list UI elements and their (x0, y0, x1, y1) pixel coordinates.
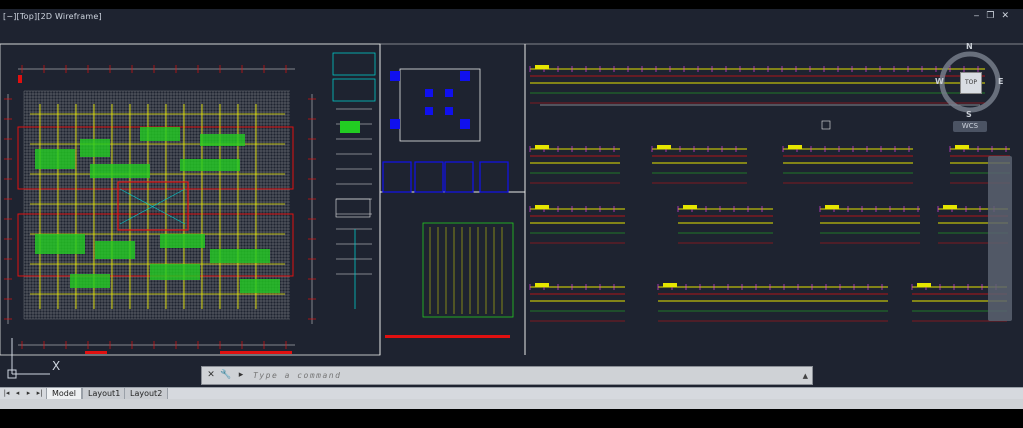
footing-detail (382, 161, 412, 193)
red-title-bar (220, 351, 292, 354)
prev-tab-icon[interactable]: ◂ (13, 389, 22, 398)
foundation-pad (390, 71, 400, 81)
beam-label (535, 283, 549, 287)
navigation-bar[interactable] (988, 156, 1012, 321)
viewport-window-controls: ‒ ❐ ✕ (974, 11, 1009, 21)
footing-detail (444, 161, 474, 193)
compass-east-label[interactable]: E (998, 77, 1003, 86)
prompt-icon[interactable]: ▸ (235, 369, 247, 382)
viewport-controls-label[interactable]: [−][Top][2D Wireframe] (3, 12, 102, 21)
green-slab (160, 234, 205, 248)
red-title-bar (85, 351, 107, 354)
detail-block (340, 121, 360, 133)
next-tab-icon[interactable]: ▸ (24, 389, 33, 398)
close-icon[interactable]: ✕ (205, 369, 217, 382)
compass-south-label[interactable]: S (966, 110, 972, 119)
beam-label (535, 145, 549, 149)
compass-west-label[interactable]: W (935, 77, 944, 86)
green-slab (200, 134, 245, 146)
foundation-pad (460, 71, 470, 81)
beam-label (535, 65, 549, 69)
ucs-x-label: X (52, 359, 60, 373)
green-slab (35, 149, 75, 169)
green-slab (80, 139, 110, 157)
green-slab (95, 241, 135, 259)
command-input[interactable] (251, 370, 803, 381)
viewcube-top-face[interactable]: TOP (960, 72, 982, 94)
beam-label (657, 145, 671, 149)
beam-label (825, 205, 839, 209)
viewcube[interactable]: N S W E TOP (930, 42, 1010, 122)
foundation-pad (445, 107, 453, 115)
section-marker (821, 120, 831, 130)
green-slab (70, 274, 110, 288)
minimize-icon[interactable]: ‒ (974, 11, 980, 21)
status-bar (0, 399, 1023, 409)
foundation-pad (460, 119, 470, 129)
foundation-pad (445, 89, 453, 97)
drawing-viewport[interactable]: [−][Top][2D Wireframe] ‒ ❐ ✕ N S W E TOP… (0, 9, 1023, 387)
footing-detail (479, 161, 509, 193)
foundation-pad (425, 107, 433, 115)
beam-label (535, 205, 549, 209)
beam-label (788, 145, 802, 149)
beam-label (663, 283, 677, 287)
red-marker (18, 75, 22, 83)
beam-label (683, 205, 697, 209)
section-detail (332, 52, 376, 76)
detail-block (335, 198, 371, 218)
green-slab (35, 234, 85, 254)
footing-detail (414, 161, 444, 193)
last-tab-icon[interactable]: ▸| (35, 389, 44, 398)
green-slab (240, 279, 280, 293)
roof-plan (422, 222, 514, 318)
foundation-pad (425, 89, 433, 97)
green-slab (140, 127, 180, 141)
compass-north-label[interactable]: N (966, 42, 973, 51)
green-slab (90, 164, 150, 178)
wcs-dropdown[interactable]: WCS (953, 121, 987, 132)
cad-drawing-area[interactable] (0, 9, 1023, 387)
beam-label (943, 205, 957, 209)
command-history-arrow-icon[interactable]: ▲ (803, 372, 808, 380)
green-slab (180, 159, 240, 171)
close-icon[interactable]: ✕ (1001, 11, 1009, 21)
beam-label (955, 145, 969, 149)
green-slab (150, 264, 200, 280)
foundation-pad (390, 119, 400, 129)
wrench-icon[interactable]: 🔧 (220, 369, 232, 382)
red-title-bar (385, 335, 510, 338)
ucs-icon: X Y (7, 338, 60, 379)
restore-icon[interactable]: ❐ (986, 11, 994, 21)
green-slab (210, 249, 270, 263)
beam-label (917, 283, 931, 287)
first-tab-icon[interactable]: |◂ (2, 389, 11, 398)
section-detail (332, 78, 376, 102)
command-line: ✕ 🔧 ▸ ▲ (201, 366, 813, 385)
